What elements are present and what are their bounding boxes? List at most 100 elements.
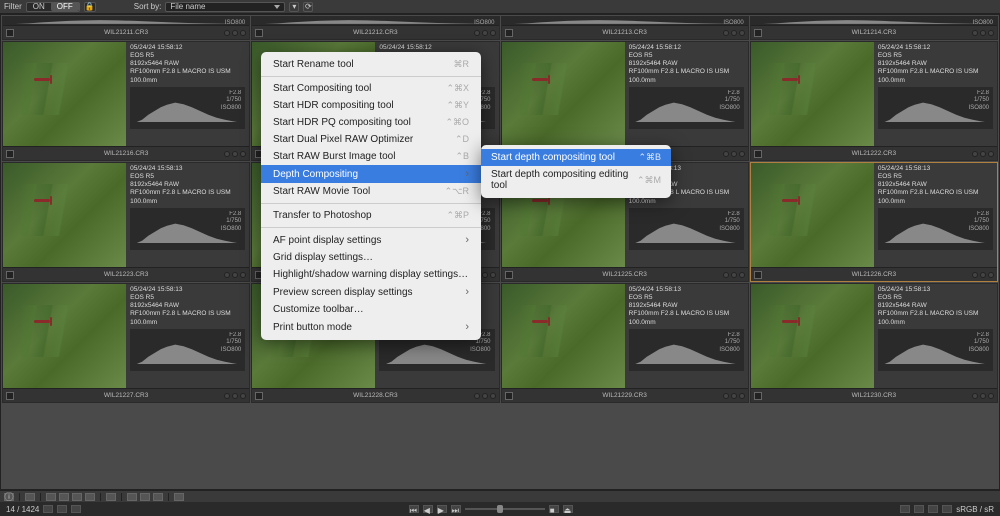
nav-stop-icon[interactable]: ■ [549,505,559,513]
menu-item[interactable]: Start Rename tool⌘R [261,56,481,73]
thumb1-icon[interactable] [43,505,53,513]
nav-play-icon[interactable]: ▶ [437,505,447,513]
thumb-info-date: 05/24/24 15:58:12 [379,44,494,52]
menu-item[interactable]: Customize toolbar… [261,301,481,318]
lock-icon[interactable]: 🔒 [84,2,96,12]
thumb-rating[interactable] [723,272,745,278]
thumb-checkbox[interactable] [255,29,263,37]
menu-item[interactable]: Start HDR PQ compositing tool⌃⌘O [261,114,481,131]
status-c-icon[interactable] [928,505,938,513]
status-a-icon[interactable] [900,505,910,513]
thumb-rating[interactable] [224,272,246,278]
menu-item[interactable]: Preview screen display settings [261,283,481,301]
menu-item[interactable]: Grid display settings… [261,249,481,266]
menu-item-label: Highlight/shadow warning display setting… [273,269,468,280]
depth-submenu[interactable]: Start depth compositing tool⌃⌘BStart dep… [481,145,671,198]
thumb3-icon[interactable] [71,505,81,513]
thumb-rating[interactable] [723,30,745,36]
info-icon[interactable]: ⓘ [4,493,14,501]
filter-segment[interactable]: ON OFF [26,2,80,12]
thumbnail-cell[interactable]: 05/24/24 15:58:13 EOS R5 8192x5464 RAW R… [750,162,998,282]
nav-first-icon[interactable]: ⏮ [409,505,419,513]
menu-item[interactable]: Depth Compositing [261,165,481,183]
status-d-icon[interactable] [942,505,952,513]
thumbnail-cell[interactable]: 05/24/24 15:58:12 EOS R5 8192x5464 RAW R… [501,41,749,161]
menu-item[interactable]: Start RAW Movie Tool⌃⌥R [261,183,481,200]
thumb2-icon[interactable] [57,505,67,513]
thumb-rating[interactable] [972,272,994,278]
thumb-exif: F2.81/750ISO800 [221,90,241,113]
status-count: 14 / 1424 [6,505,39,514]
thumb-checkbox[interactable] [754,392,762,400]
thumb-rating[interactable] [972,151,994,157]
thumb-rating[interactable] [224,151,246,157]
view-split-icon[interactable] [46,493,56,501]
thumbnail-compact[interactable]: ISO800 WIL21212.CR3 [251,16,499,40]
nav-prev-icon[interactable]: ◀ [423,505,433,513]
view-list-icon[interactable] [127,493,137,501]
thumbnail-compact[interactable]: ISO800 WIL21213.CR3 [501,16,749,40]
zoom-slider[interactable] [465,508,545,510]
thumb-checkbox[interactable] [6,392,14,400]
filter-on[interactable]: ON [27,2,51,11]
view-grid4-icon[interactable] [85,493,95,501]
thumbnail-cell[interactable]: 05/24/24 15:58:12 EOS R5 8192x5464 RAW R… [2,41,250,161]
thumb-rating[interactable] [723,393,745,399]
menu-item-label: Start Rename tool [273,59,354,70]
view-thumb-icon[interactable] [140,493,150,501]
view-grid2-icon[interactable] [59,493,69,501]
thumb-checkbox[interactable] [754,271,762,279]
sort-dropdown[interactable]: File name [165,2,285,12]
submenu-item[interactable]: Start depth compositing tool⌃⌘B [481,149,671,166]
thumbnail-cell[interactable]: 05/24/24 15:58:13 EOS R5 8192x5464 RAW R… [2,162,250,282]
thumb-rating[interactable] [224,393,246,399]
thumb-rating[interactable] [224,30,246,36]
nav-next-icon[interactable]: ⏭ [451,505,461,513]
view-fullscreen-icon[interactable] [106,493,116,501]
thumb-rating[interactable] [474,30,496,36]
thumb-checkbox[interactable] [6,271,14,279]
context-menu[interactable]: Start Rename tool⌘R Start Compositing too… [261,52,481,340]
thumbnail-cell[interactable]: 05/24/24 15:58:12 EOS R5 8192x5464 RAW R… [750,41,998,161]
thumbnail-compact[interactable]: ISO800 WIL21214.CR3 [750,16,998,40]
thumbnail-cell[interactable]: 05/24/24 15:58:13 EOS R5 8192x5464 RAW R… [501,283,749,403]
thumb-exif: F2.81/750ISO800 [719,211,739,234]
thumb-rating[interactable] [723,151,745,157]
status-b-icon[interactable] [914,505,924,513]
thumb-filename-bar: WIL21229.CR3 [502,388,748,402]
sort-refresh[interactable]: ⟳ [303,2,313,12]
menu-item[interactable]: Start RAW Burst Image tool⌃B [261,148,481,165]
view-alt-icon[interactable] [174,493,184,501]
thumb-rating[interactable] [474,393,496,399]
view-grid3-icon[interactable] [72,493,82,501]
menu-item[interactable]: AF point display settings [261,231,481,249]
thumb-rating[interactable] [972,393,994,399]
thumb-checkbox[interactable] [505,392,513,400]
menu-item-label: Grid display settings… [273,252,373,263]
thumb-checkbox[interactable] [6,29,14,37]
sort-dir-toggle[interactable]: ▾ [289,2,299,12]
thumb-rating[interactable] [972,30,994,36]
view-single-icon[interactable] [25,493,35,501]
menu-item[interactable]: Print button mode [261,318,481,336]
menu-item[interactable]: Start Dual Pixel RAW Optimizer⌃D [261,131,481,148]
thumb-checkbox[interactable] [505,271,513,279]
thumb-checkbox[interactable] [505,29,513,37]
view-detail-icon[interactable] [153,493,163,501]
menu-item[interactable]: Start Compositing tool⌃⌘X [261,80,481,97]
thumbnail-cell[interactable]: 05/24/24 15:58:13 EOS R5 8192x5464 RAW R… [2,283,250,403]
thumb-checkbox[interactable] [754,29,762,37]
thumb-checkbox[interactable] [754,150,762,158]
filter-off[interactable]: OFF [51,2,79,11]
menu-item[interactable]: Transfer to Photoshop⌃⌘P [261,207,481,224]
submenu-item[interactable]: Start depth compositing editing tool⌃⌘M [481,166,671,194]
thumb-filename: WIL21225.CR3 [602,271,646,278]
thumb-filename: WIL21222.CR3 [852,150,896,157]
nav-eject-icon[interactable]: ⏏ [563,505,573,513]
thumb-checkbox[interactable] [255,392,263,400]
menu-item[interactable]: Start HDR compositing tool⌃⌘Y [261,97,481,114]
thumb-checkbox[interactable] [6,150,14,158]
thumbnail-compact[interactable]: ISO800 WIL21211.CR3 [2,16,250,40]
thumbnail-cell[interactable]: 05/24/24 15:58:13 EOS R5 8192x5464 RAW R… [750,283,998,403]
menu-item[interactable]: Highlight/shadow warning display setting… [261,266,481,283]
